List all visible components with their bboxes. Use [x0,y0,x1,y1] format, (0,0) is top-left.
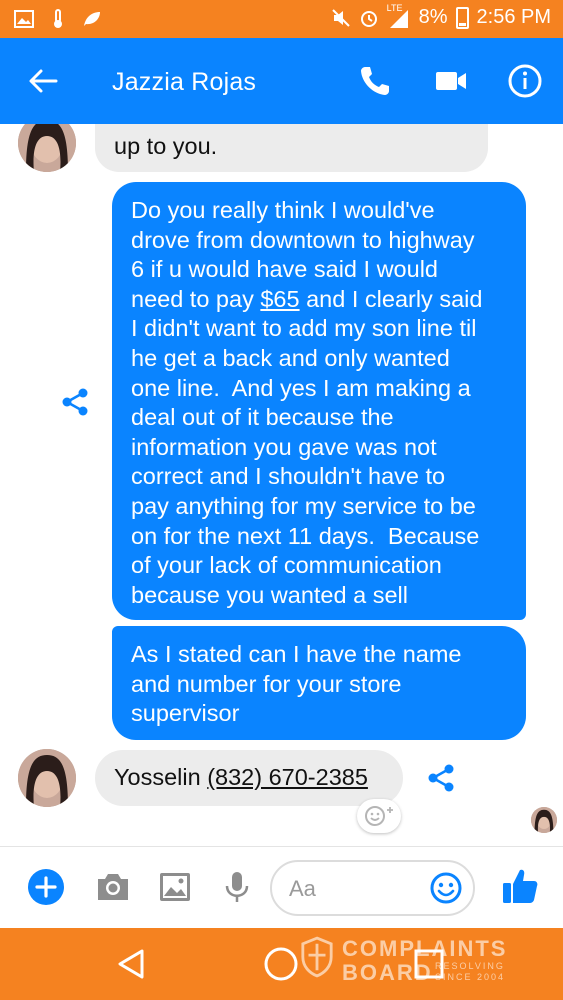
contact-name[interactable]: Jazzia Rojas [112,68,256,97]
incoming-message[interactable]: up to you. [95,124,488,172]
message-line: I didn't want to add my son line til [131,315,477,342]
incoming-message[interactable]: Yosselin (832) 670-2385 [95,750,403,806]
outgoing-message[interactable]: As I stated can I have the name and numb… [112,626,526,740]
status-bar: LTE 8% 2:56 PM [0,0,563,38]
read-receipt-avatar [531,807,557,833]
camera-icon[interactable] [94,868,132,906]
alarm-icon [360,10,377,27]
message-text: need to pay [131,285,261,312]
message-input[interactable]: Aa [270,860,475,916]
shield-icon [301,936,333,978]
contact-avatar[interactable] [18,124,76,172]
share-icon[interactable] [59,386,91,418]
leaf-icon [84,12,100,26]
back-icon[interactable] [113,946,149,982]
price-link[interactable]: $65 [260,286,299,312]
info-icon[interactable] [507,63,543,99]
contact-avatar[interactable] [18,749,76,807]
message-line: pay anything for my service to be [131,492,476,519]
watermark-tagline: RESOLVING SINCE 2004 [435,961,505,983]
message-line: and number for your store [131,670,402,697]
message-line: need to pay $65 and I clearly said [131,285,508,315]
image-icon[interactable] [156,868,194,906]
add-reaction-button[interactable] [357,799,401,833]
signal-icon [389,9,408,28]
phone-icon[interactable] [357,63,393,99]
message-text: and I clearly said [299,285,483,312]
watermark-title: COMPLAINTS [342,936,508,961]
message-line: because you wanted a sell [131,581,408,608]
battery-icon [455,6,469,29]
battery-percent: 8% [418,6,448,28]
message-line: on for the next 11 days. Because [131,522,480,549]
watermark-tag: SINCE 2004 [435,972,506,982]
emoji-icon[interactable] [429,871,463,905]
message-line: information you gave was not [131,433,437,460]
message-thread[interactable]: up to you. Do you really think I would'v… [0,124,563,846]
thumbs-up-icon[interactable] [500,866,540,906]
conversation-header: Jazzia Rojas [0,38,563,124]
input-placeholder: Aa [289,876,316,901]
message-text: up to you. [114,133,218,159]
phone-number-link[interactable]: (832) 670-2385 [207,764,368,790]
message-line: correct and I shouldn't have to [131,463,446,490]
smile-plus-icon [365,806,393,826]
video-icon[interactable] [433,63,469,99]
message-composer: Aa [0,846,563,928]
message-line: one line. And yes I am making a [131,374,471,401]
watermark-title: BOARD [342,960,433,985]
message-line: Do you really think I would've [131,197,435,223]
watermark-tag: RESOLVING [435,961,505,971]
message-line: 6 if u would have said I would [131,256,438,283]
thermometer-icon [54,9,62,28]
message-line: As I stated can I have the name [131,641,462,667]
message-line: deal out of it because the [131,404,394,431]
message-line: of your lack of communication [131,552,442,579]
message-line: supervisor [131,700,240,727]
microphone-icon[interactable] [218,868,256,906]
share-icon[interactable] [425,762,457,794]
gallery-icon [14,10,34,28]
add-icon[interactable] [27,868,65,906]
home-icon[interactable] [263,946,299,982]
back-arrow-icon[interactable] [26,64,60,98]
message-line: he get a back and only wanted [131,344,450,371]
clock: 2:56 PM [476,6,551,28]
outgoing-message[interactable]: Do you really think I would've drove fro… [112,182,526,620]
message-text: Yosselin [114,764,208,790]
message-line: drove from downtown to highway [131,226,475,253]
mute-icon [331,8,350,27]
system-nav-bar: COMPLAINTS BOARD RESOLVING SINCE 2004 [0,928,563,1000]
